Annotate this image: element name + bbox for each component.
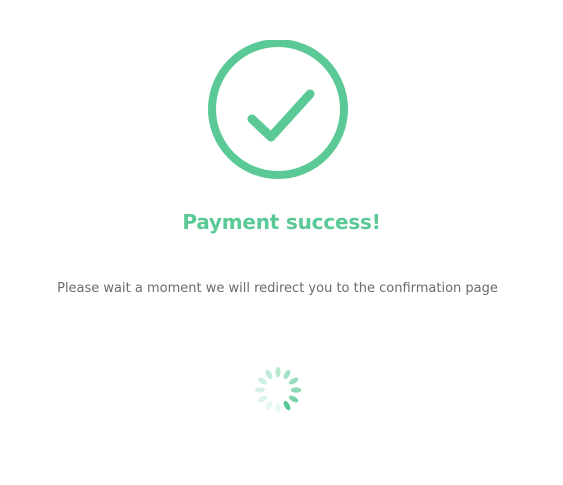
- payment-success-page: Payment success! Please wait a moment we…: [0, 0, 563, 485]
- check-circle-icon: [208, 40, 348, 179]
- page-title: Payment success!: [182, 210, 381, 234]
- loading-spinner-icon: [254, 366, 302, 414]
- redirect-message: Please wait a moment we will redirect yo…: [57, 281, 498, 296]
